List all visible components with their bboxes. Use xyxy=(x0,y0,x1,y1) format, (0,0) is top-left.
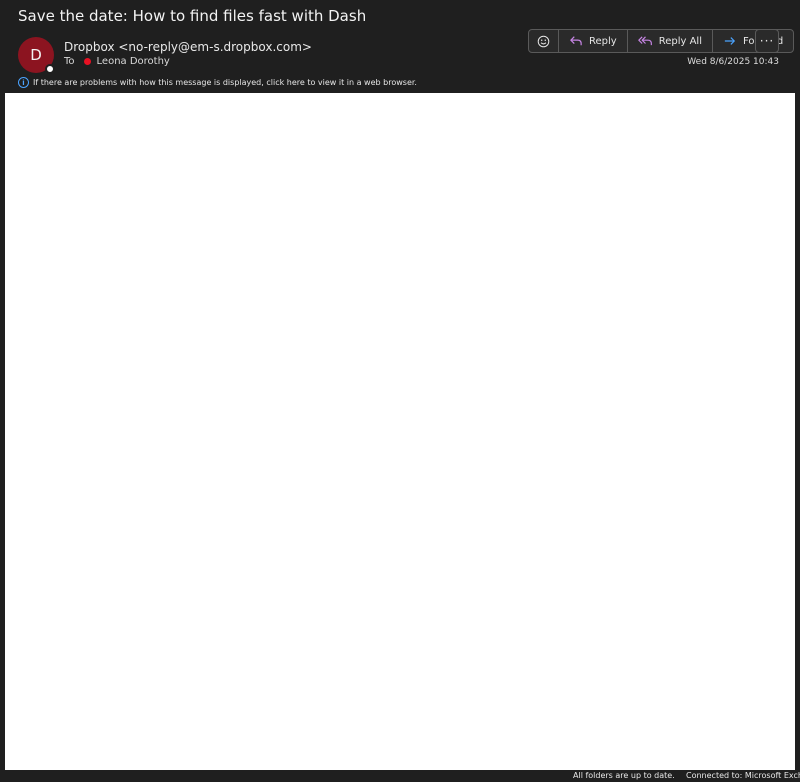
presence-indicator xyxy=(45,64,55,74)
connection-status: Connected to: Microsoft Exch xyxy=(686,771,800,780)
status-bar: All folders are up to date. Connected to… xyxy=(0,770,800,782)
message-body[interactable] xyxy=(5,93,795,770)
reply-all-label: Reply All xyxy=(658,35,702,47)
avatar-initial: D xyxy=(30,46,42,64)
reply-icon xyxy=(570,36,582,46)
message-subject: Save the date: How to find files fast wi… xyxy=(18,7,367,25)
reply-all-icon xyxy=(637,36,652,46)
smiley-icon xyxy=(537,35,550,47)
reply-button[interactable]: Reply xyxy=(559,30,628,52)
display-problem-infobar[interactable]: i If there are problems with how this me… xyxy=(18,77,417,88)
to-label: To xyxy=(64,56,75,67)
info-icon: i xyxy=(18,77,29,88)
reply-all-button[interactable]: Reply All xyxy=(628,30,713,52)
reply-label: Reply xyxy=(589,35,617,47)
recipient-status-dot xyxy=(83,58,91,65)
message-date: Wed 8/6/2025 10:43 xyxy=(687,57,779,67)
sync-status: All folders are up to date. xyxy=(573,771,675,780)
more-actions-button[interactable]: ··· xyxy=(755,29,779,53)
emoji-reaction-button[interactable] xyxy=(529,30,559,52)
recipient-name[interactable]: Leona Dorothy xyxy=(97,56,170,67)
recipient-line: To Leona Dorothy xyxy=(64,56,170,67)
infobar-text: If there are problems with how this mess… xyxy=(33,78,417,87)
ellipsis-icon: ··· xyxy=(759,34,775,48)
forward-button[interactable]: Forward xyxy=(713,30,793,52)
sender-line[interactable]: Dropbox <no-reply@em-s.dropbox.com> xyxy=(64,40,312,54)
email-reading-pane: Save the date: How to find files fast wi… xyxy=(0,0,800,782)
forward-icon xyxy=(724,37,735,45)
